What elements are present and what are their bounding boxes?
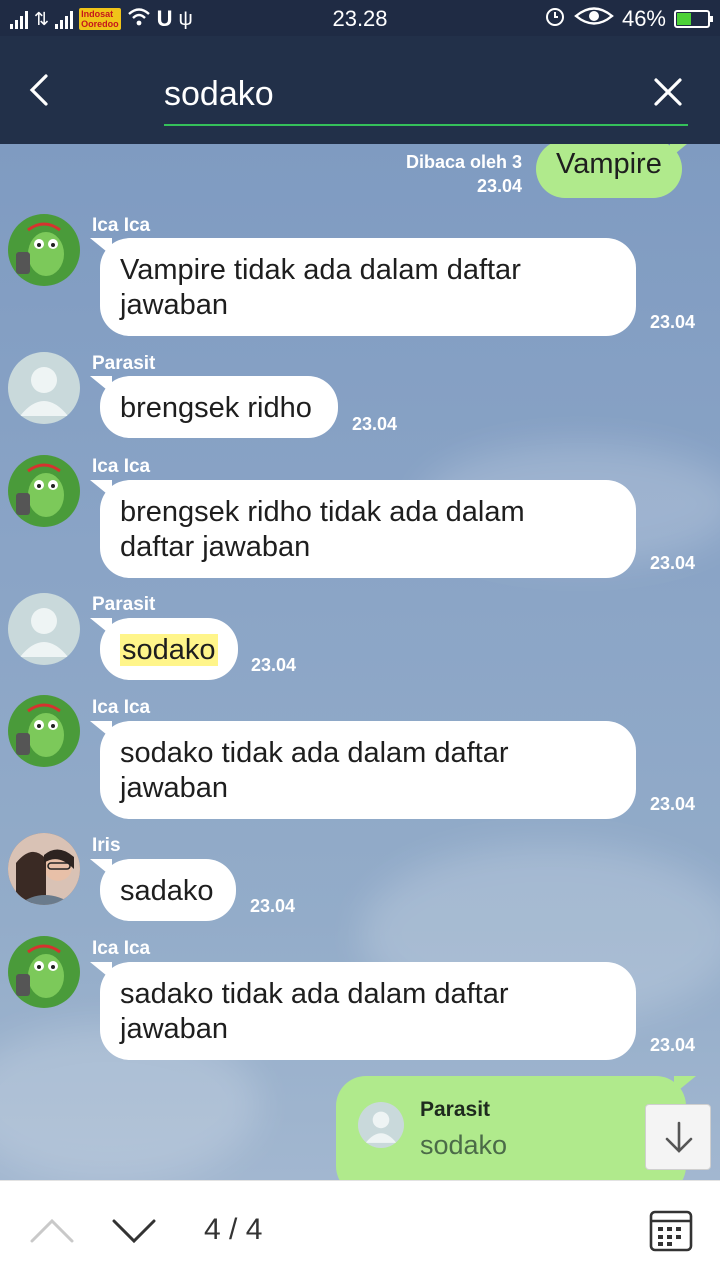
incoming-message[interactable]: sodako tidak ada dalam daftar jawaban <box>100 721 636 819</box>
reply-avatar <box>358 1102 404 1148</box>
message-time: 23.04 <box>251 655 297 675</box>
scroll-to-bottom-button[interactable] <box>645 1104 711 1170</box>
search-result-bar: 4 / 4 <box>0 1180 720 1280</box>
message-line: sadako <box>120 875 214 907</box>
message-time: 23.04 <box>352 414 398 434</box>
person-icon <box>365 1111 397 1143</box>
close-icon <box>654 78 682 106</box>
chevron-down-icon <box>112 1219 156 1244</box>
previous-result-button[interactable] <box>28 1211 76 1251</box>
message-line: brengsek ridho tidak ada dalam <box>120 496 525 528</box>
sender-name: Parasit <box>92 594 156 615</box>
sender-name: Iris <box>92 835 121 856</box>
eye-icon <box>574 5 614 33</box>
incoming-message[interactable]: sodako <box>100 618 238 680</box>
user-photo-icon <box>8 833 80 905</box>
person-icon <box>20 367 68 416</box>
search-match-highlight: sodako <box>120 634 218 666</box>
message-line: sadako tidak ada dalam daftar <box>120 978 509 1010</box>
message-line: sodako tidak ada dalam daftar <box>120 737 509 769</box>
outgoing-message[interactable]: Vampire <box>536 144 682 198</box>
sender-name: Ica Ica <box>92 938 151 959</box>
message-line: daftar jawaban <box>120 531 311 563</box>
read-label: Dibaca oleh 3 <box>405 152 522 172</box>
bot-avatar-icon <box>16 944 64 998</box>
message-text: Vampire <box>556 148 662 180</box>
bot-avatar[interactable] <box>8 695 80 767</box>
message-line: jawaban <box>120 1013 229 1045</box>
battery-icon <box>674 10 713 28</box>
default-avatar[interactable] <box>8 352 80 424</box>
arrow-down-icon <box>665 1121 693 1153</box>
search-header <box>0 36 720 144</box>
bot-avatar-icon <box>16 463 64 517</box>
message-time: 23.04 <box>650 1035 696 1055</box>
incoming-message[interactable]: brengsek ridho tidak ada dalam daftar ja… <box>100 480 636 578</box>
message-line: Vampire tidak ada dalam daftar <box>120 254 521 286</box>
incoming-message[interactable]: sadako tidak ada dalam daftar jawaban <box>100 962 636 1060</box>
reply-name: Parasit <box>420 1098 491 1121</box>
message-time: 23.04 <box>650 794 696 814</box>
reply-message[interactable]: Parasit sodako <box>336 1076 686 1180</box>
search-field <box>164 68 688 126</box>
calendar-icon <box>649 1210 693 1252</box>
message-line: brengsek ridho <box>120 392 312 424</box>
status-bar: ⇅ Indosat Ooredoo U ψ 23.28 46% <box>0 0 720 36</box>
reply-text: sodako <box>420 1130 508 1160</box>
alarm-icon <box>544 5 566 33</box>
battery-fill <box>677 13 691 25</box>
incoming-message[interactable]: brengsek ridho <box>100 376 338 438</box>
message-line: jawaban <box>120 289 229 321</box>
calendar-button[interactable] <box>648 1207 694 1253</box>
back-button[interactable] <box>22 70 62 110</box>
sender-name: Ica Ica <box>92 215 151 236</box>
chat-area[interactable]: Dibaca oleh 3 23.04 Vampire Ica Ica Vamp… <box>0 144 720 1180</box>
message-time: 23.04 <box>650 312 696 332</box>
next-result-button[interactable] <box>110 1211 158 1251</box>
read-receipt: Dibaca oleh 3 23.04 <box>380 150 522 198</box>
photo-avatar[interactable] <box>8 833 80 905</box>
chevron-up-icon <box>30 1218 74 1243</box>
bot-avatar[interactable] <box>8 455 80 527</box>
battery-percent: 46% <box>621 6 666 31</box>
message-time: 23.04 <box>476 176 522 196</box>
sender-name: Parasit <box>92 353 156 374</box>
message-time: 23.04 <box>250 896 296 916</box>
result-counter: 4 / 4 <box>204 1213 263 1246</box>
sender-name: Ica Ica <box>92 456 151 477</box>
incoming-message[interactable]: Vampire tidak ada dalam daftar jawaban <box>100 238 636 336</box>
default-avatar[interactable] <box>8 593 80 665</box>
bot-avatar[interactable] <box>8 214 80 286</box>
incoming-message[interactable]: sadako <box>100 859 236 921</box>
clear-search-button[interactable] <box>648 72 688 112</box>
bot-avatar-icon <box>16 222 64 276</box>
person-icon <box>20 608 68 657</box>
sender-name: Ica Ica <box>92 697 151 718</box>
message-line: jawaban <box>120 772 229 804</box>
message-time: 23.04 <box>650 553 696 573</box>
bot-avatar-icon <box>16 703 64 757</box>
chevron-left-icon <box>29 74 48 106</box>
status-right: 46% <box>544 5 713 33</box>
search-input[interactable] <box>164 68 624 120</box>
bot-avatar[interactable] <box>8 936 80 1008</box>
